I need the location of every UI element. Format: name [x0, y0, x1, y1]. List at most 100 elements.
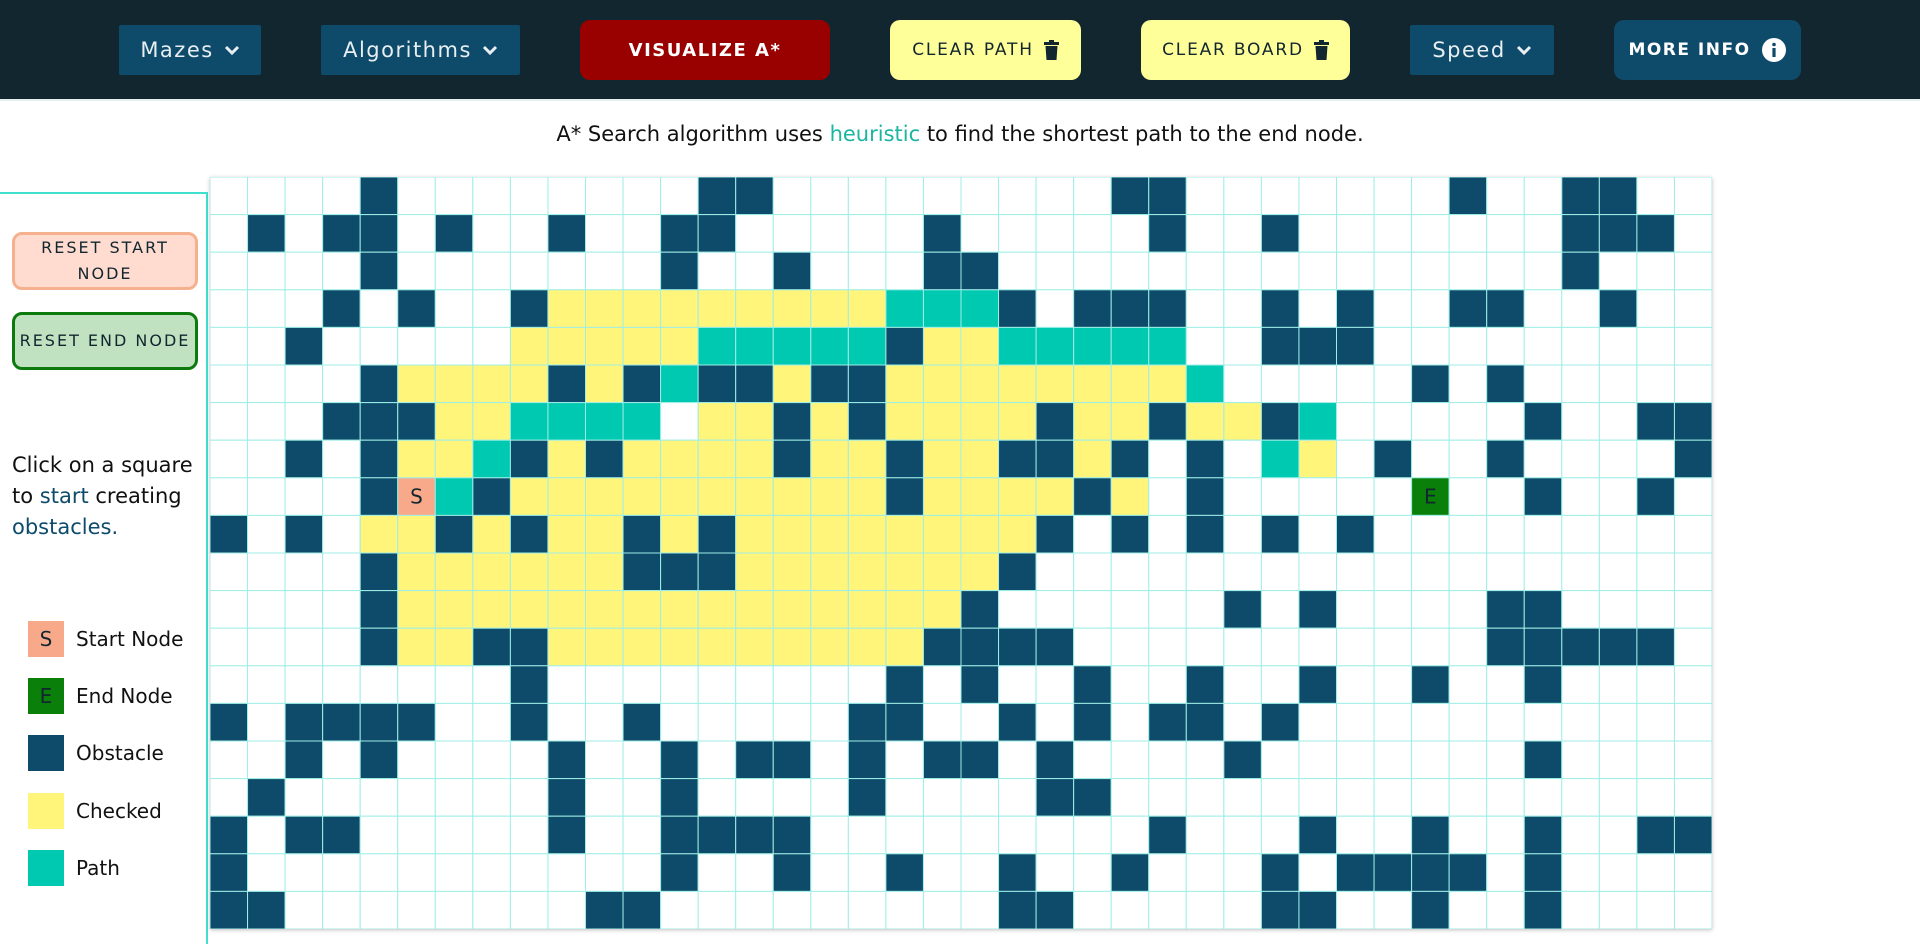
grid-cell[interactable]: [434, 890, 474, 929]
grid-cell[interactable]: [1448, 514, 1488, 554]
grid-cell-path[interactable]: [885, 289, 924, 328]
grid-cell[interactable]: [1035, 251, 1075, 291]
grid-cell[interactable]: [1448, 627, 1488, 667]
grid-cell[interactable]: [509, 890, 549, 929]
grid-cell-checked[interactable]: [885, 514, 924, 554]
grid-cell[interactable]: [1448, 251, 1488, 291]
grid-cell-obstacle[interactable]: [509, 439, 549, 479]
grid-cell-checked[interactable]: [397, 439, 436, 479]
grid-cell[interactable]: [885, 815, 924, 855]
grid-cell[interactable]: [247, 815, 286, 855]
grid-cell[interactable]: [284, 402, 324, 441]
grid-cell-obstacle[interactable]: [509, 702, 549, 742]
grid-cell[interactable]: [1110, 214, 1150, 253]
grid-cell-checked[interactable]: [547, 590, 587, 629]
grid-cell[interactable]: [1673, 289, 1712, 328]
grid-cell[interactable]: [210, 326, 249, 366]
grid-cell[interactable]: [1598, 853, 1638, 892]
grid-cell[interactable]: [210, 251, 249, 291]
grid-cell[interactable]: [472, 214, 511, 253]
grid-cell[interactable]: [359, 815, 399, 855]
grid-cell-obstacle[interactable]: [322, 289, 361, 328]
grid-cell[interactable]: [1411, 778, 1450, 817]
grid-cell[interactable]: [585, 815, 624, 855]
grid-cell-checked[interactable]: [922, 514, 962, 554]
grid-cell-obstacle[interactable]: [210, 702, 249, 742]
grid-cell[interactable]: [1073, 251, 1112, 291]
grid-cell[interactable]: [1673, 214, 1712, 253]
grid-cell-checked[interactable]: [547, 514, 587, 554]
grid-cell-checked[interactable]: [622, 326, 662, 366]
grid-cell-obstacle[interactable]: [1073, 702, 1112, 742]
grid-cell[interactable]: [359, 326, 399, 366]
grid-cell-checked[interactable]: [547, 552, 587, 592]
grid-cell-obstacle[interactable]: [1486, 627, 1525, 667]
grid-cell-obstacle[interactable]: [1523, 815, 1563, 855]
grid-cell-checked[interactable]: [547, 627, 587, 667]
grid-cell-checked[interactable]: [810, 590, 849, 629]
grid-cell[interactable]: [322, 890, 361, 929]
grid-cell-obstacle[interactable]: [1035, 439, 1075, 479]
grid-cell-obstacle[interactable]: [210, 815, 249, 855]
grid-cell-checked[interactable]: [885, 402, 924, 441]
grid-cell[interactable]: [922, 890, 962, 929]
grid-cell[interactable]: [472, 177, 511, 216]
grid-cell[interactable]: [1561, 890, 1600, 929]
grid-cell[interactable]: [1411, 552, 1450, 592]
grid-cell[interactable]: [359, 853, 399, 892]
grid-cell-path[interactable]: [960, 289, 1000, 328]
grid-cell[interactable]: [397, 665, 436, 704]
grid-cell[interactable]: [1561, 590, 1600, 629]
grid-cell[interactable]: [509, 251, 549, 291]
grid-cell-checked[interactable]: [998, 477, 1037, 516]
grid-cell[interactable]: [1148, 552, 1187, 592]
grid-cell[interactable]: [1223, 289, 1262, 328]
grid-cell-checked[interactable]: [885, 552, 924, 592]
grid-cell[interactable]: [1486, 665, 1525, 704]
grid-cell-obstacle[interactable]: [1673, 402, 1712, 441]
grid-cell-obstacle[interactable]: [1486, 364, 1525, 404]
grid-cell-obstacle[interactable]: [1110, 177, 1150, 216]
grid-cell-obstacle[interactable]: [1636, 402, 1675, 441]
grid-cell[interactable]: [922, 702, 962, 742]
grid-cell-checked[interactable]: [922, 439, 962, 479]
grid-cell[interactable]: [1673, 702, 1712, 742]
grid-cell[interactable]: [472, 665, 511, 704]
grid-cell[interactable]: [284, 590, 324, 629]
grid-cell[interactable]: [1073, 214, 1112, 253]
grid-cell-obstacle[interactable]: [434, 214, 474, 253]
grid-cell-obstacle[interactable]: [660, 251, 699, 291]
grid-cell-obstacle[interactable]: [1411, 890, 1450, 929]
grid-cell[interactable]: [1298, 702, 1337, 742]
grid-cell-checked[interactable]: [547, 439, 587, 479]
grid-cell-checked[interactable]: [810, 289, 849, 328]
grid-cell[interactable]: [1260, 251, 1300, 291]
grid-cell[interactable]: [585, 778, 624, 817]
grid-cell[interactable]: [322, 853, 361, 892]
grid-cell-obstacle[interactable]: [397, 402, 436, 441]
grid-cell-obstacle[interactable]: [1523, 740, 1563, 780]
grid-cell[interactable]: [284, 552, 324, 592]
grid-cell[interactable]: [1110, 740, 1150, 780]
grid-cell[interactable]: [1373, 251, 1413, 291]
grid-cell-path[interactable]: [998, 326, 1037, 366]
grid-cell[interactable]: [1035, 214, 1075, 253]
grid-cell[interactable]: [1636, 439, 1675, 479]
grid-cell-obstacle[interactable]: [1148, 815, 1187, 855]
grid-cell[interactable]: [1185, 740, 1225, 780]
grid-cell-obstacle[interactable]: [472, 477, 511, 516]
grid-cell-obstacle[interactable]: [1073, 289, 1112, 328]
grid-cell[interactable]: [1523, 251, 1563, 291]
grid-cell-checked[interactable]: [922, 552, 962, 592]
grid-cell[interactable]: [1110, 665, 1150, 704]
grid-cell[interactable]: [1185, 853, 1225, 892]
grid-cell-obstacle[interactable]: [960, 740, 1000, 780]
grid-cell[interactable]: [1185, 214, 1225, 253]
grid-cell[interactable]: [547, 177, 587, 216]
grid-cell[interactable]: [1448, 665, 1488, 704]
grid-cell-checked[interactable]: [960, 552, 1000, 592]
grid-cell[interactable]: [1298, 778, 1337, 817]
grid-cell[interactable]: [1110, 552, 1150, 592]
grid-cell[interactable]: [1561, 289, 1600, 328]
grid-cell[interactable]: [585, 853, 624, 892]
